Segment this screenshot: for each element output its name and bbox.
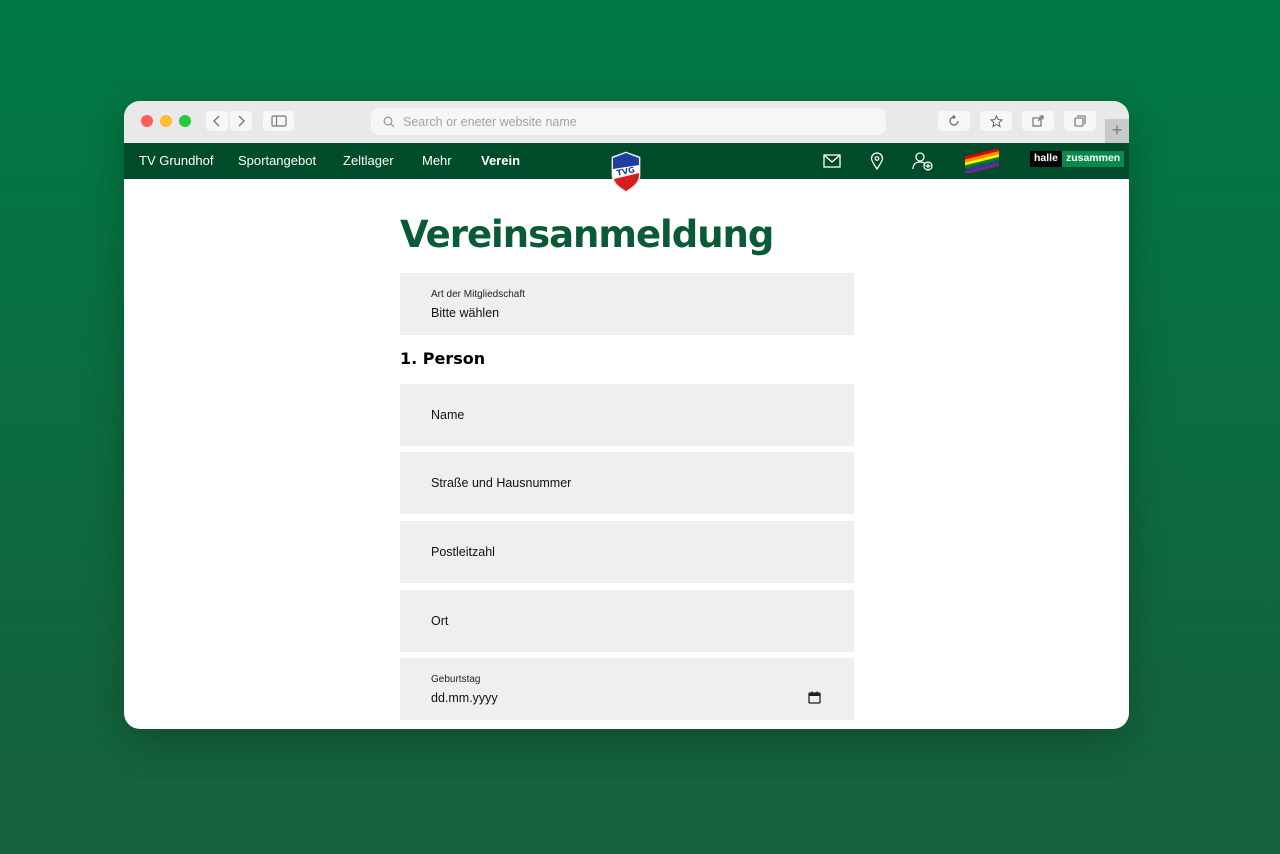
location-pin-icon[interactable]	[866, 150, 888, 172]
badge-part-zusammen: zusammen	[1061, 151, 1125, 167]
share-icon	[1032, 115, 1044, 127]
maximize-window-button[interactable]	[179, 115, 191, 127]
chevron-right-icon	[238, 115, 245, 127]
star-icon	[989, 114, 1003, 128]
city-field-label: Ort	[431, 614, 449, 628]
new-tab-button[interactable]: +	[1105, 119, 1129, 143]
badge-part-halle: halle	[1030, 151, 1062, 167]
address-input[interactable]	[403, 114, 863, 129]
page-title: Vereinsanmeldung	[400, 213, 774, 256]
section-title-person: 1. Person	[400, 349, 486, 368]
mail-icon[interactable]	[821, 150, 843, 172]
forward-button[interactable]	[230, 111, 252, 131]
nav-item-verein[interactable]: Verein	[481, 153, 520, 168]
name-field[interactable]: Name	[400, 384, 854, 446]
birthday-value: dd.mm.yyyy	[431, 691, 498, 705]
reload-icon	[949, 115, 959, 126]
birthday-label: Geburtstag	[431, 674, 481, 685]
street-field-label: Straße und Hausnummer	[431, 476, 572, 490]
back-button[interactable]	[206, 111, 228, 131]
nav-item-tv-grundhof[interactable]: TV Grundhof	[139, 153, 213, 168]
zip-field-label: Postleitzahl	[431, 545, 495, 559]
zip-field[interactable]: Postleitzahl	[400, 521, 854, 583]
street-field[interactable]: Straße und Hausnummer	[400, 452, 854, 514]
name-field-label: Name	[431, 408, 465, 422]
membership-select[interactable]: Art der Mitgliedschaft Bitte wählen	[400, 273, 854, 335]
halle-zusammen-badge[interactable]: halle zusammen	[1030, 151, 1125, 167]
rainbow-flag-icon[interactable]	[962, 148, 1002, 174]
nav-item-mehr[interactable]: Mehr	[422, 153, 452, 168]
address-bar[interactable]	[371, 108, 886, 135]
membership-value: Bitte wählen	[431, 306, 500, 320]
birthday-field[interactable]: Geburtstag dd.mm.yyyy	[400, 658, 854, 720]
tabs-overview-button[interactable]	[1064, 111, 1096, 131]
calendar-icon[interactable]	[808, 691, 821, 709]
sidebar-toggle-button[interactable]	[263, 111, 294, 131]
club-logo[interactable]: TVG	[610, 151, 642, 193]
browser-window: + TV Grundhof Sportangebot Zeltlager Meh…	[124, 101, 1129, 729]
add-user-icon[interactable]	[912, 150, 934, 172]
search-icon	[383, 116, 395, 127]
reload-button[interactable]	[938, 111, 970, 131]
bookmark-button[interactable]	[980, 111, 1012, 131]
minimize-window-button[interactable]	[160, 115, 172, 127]
chevron-left-icon	[213, 115, 220, 127]
nav-item-sportangebot[interactable]: Sportangebot	[238, 153, 316, 168]
nav-item-zeltlager[interactable]: Zeltlager	[343, 153, 394, 168]
membership-label: Art der Mitgliedschaft	[431, 289, 525, 300]
share-button[interactable]	[1022, 111, 1054, 131]
tabs-icon	[1074, 115, 1086, 127]
close-window-button[interactable]	[141, 115, 153, 127]
city-field[interactable]: Ort	[400, 590, 854, 652]
sidebar-icon	[270, 115, 287, 127]
browser-toolbar: +	[124, 101, 1129, 143]
